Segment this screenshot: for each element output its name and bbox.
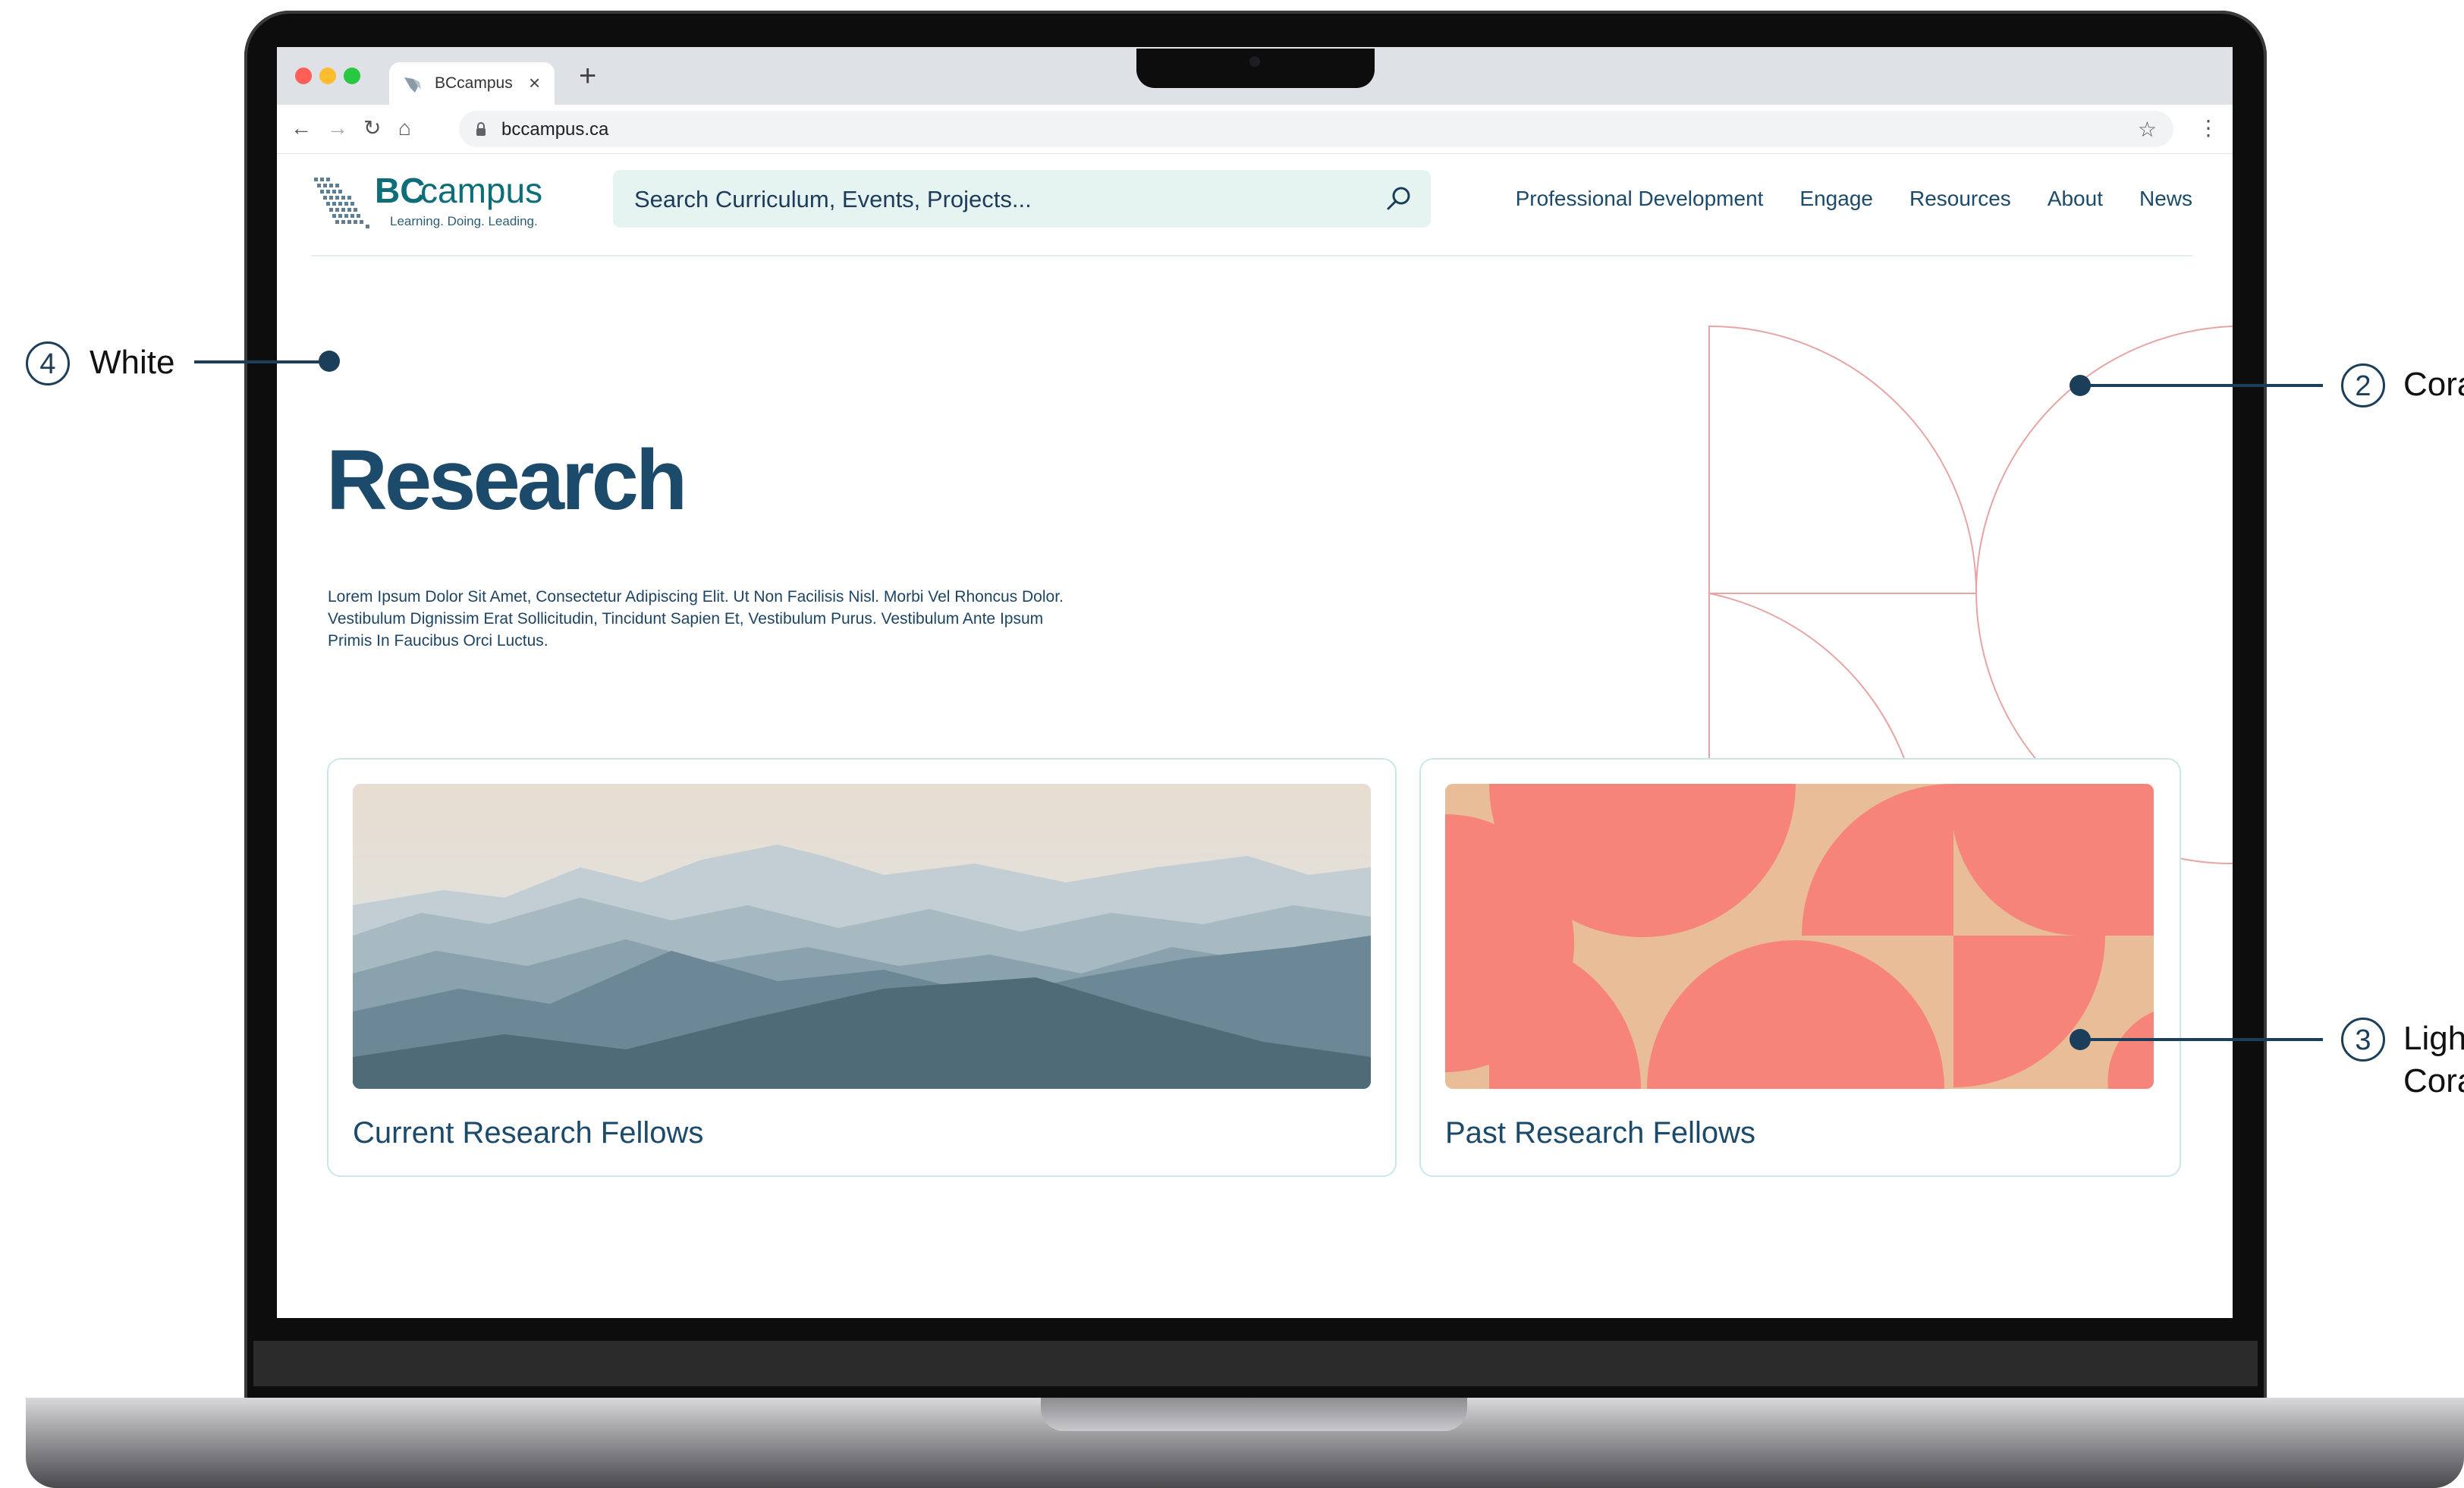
reload-icon[interactable]: ↻ <box>363 117 381 140</box>
tab-close-icon[interactable]: × <box>529 71 540 95</box>
forward-arrow-icon[interactable]: → <box>327 117 348 140</box>
mountain-image <box>353 784 1371 1089</box>
annotation-leader-line <box>2080 1038 2323 1041</box>
minimize-window-button[interactable] <box>319 68 336 84</box>
annotation-label: White <box>90 344 175 381</box>
card-title[interactable]: Current Research Fellows <box>353 1116 703 1150</box>
laptop-bottom-bezel <box>253 1341 2258 1386</box>
bccampus-logo-icon[interactable] <box>311 175 375 231</box>
site-search-box <box>613 170 1431 229</box>
annotation-label: Cora <box>2403 366 2464 403</box>
nav-news[interactable]: News <box>2139 187 2192 211</box>
annotation-label: Ligh <box>2403 1020 2464 1057</box>
nav-engage[interactable]: Engage <box>1799 187 1873 211</box>
maximize-window-button[interactable] <box>344 68 360 84</box>
site-header: BC campus Learning. Doing. Leading. Prof… <box>311 161 2192 256</box>
page-description: Lorem Ipsum Dolor Sit Amet, Consectetur … <box>328 588 1064 650</box>
annotation-leader-line <box>2080 384 2323 387</box>
nav-professional-development[interactable]: Professional Development <box>1516 187 1764 211</box>
nav-about[interactable]: About <box>2048 187 2103 211</box>
laptop-hinge-notch <box>1041 1398 1467 1431</box>
camera-icon <box>1249 56 1260 67</box>
geometric-pattern-image <box>1445 784 2154 1089</box>
page-title: Research <box>326 433 687 527</box>
browser-menu-icon[interactable]: ⋮ <box>2198 115 2219 140</box>
site-search-input[interactable] <box>613 170 1364 229</box>
annotation-number: 4 <box>26 341 70 385</box>
annotation-leader-line <box>194 360 329 363</box>
bookmark-star-icon[interactable]: ☆ <box>2138 117 2157 142</box>
browser-tab[interactable]: BCcampus × <box>389 62 555 105</box>
home-icon[interactable]: ⌂ <box>398 117 411 140</box>
browser-toolbar: ← → ↻ ⌂ bccampus.ca ☆ ⋮ <box>277 105 2233 154</box>
logo-text-bc: BC <box>375 171 426 210</box>
back-arrow-icon[interactable]: ← <box>291 117 312 140</box>
new-tab-button[interactable]: + <box>579 61 596 91</box>
card-past-research-fellows[interactable]: Past Research Fellows <box>1419 758 2181 1177</box>
logo-tagline: Learning. Doing. Leading. <box>390 214 538 228</box>
main-nav: Professional Development Engage Resource… <box>1516 187 2192 211</box>
address-bar[interactable]: bccampus.ca ☆ <box>459 111 2173 147</box>
card-current-research-fellows[interactable]: Current Research Fellows <box>327 758 1397 1177</box>
nav-resources[interactable]: Resources <box>1909 187 2011 211</box>
tab-title: BCcampus <box>435 74 513 92</box>
card-title[interactable]: Past Research Fellows <box>1445 1116 1755 1150</box>
annotation-number: 2 <box>2341 363 2385 407</box>
annotation-dot <box>319 351 340 372</box>
annotation-label: Cora <box>2403 1062 2464 1099</box>
annotation-number: 3 <box>2341 1018 2385 1062</box>
url-text: bccampus.ca <box>501 119 609 140</box>
close-window-button[interactable] <box>295 68 312 84</box>
camera-notch <box>1136 49 1375 88</box>
bccampus-favicon-icon <box>404 77 421 93</box>
logo-text-campus: campus <box>420 171 543 210</box>
browser-window: BCcampus × + ← → ↻ ⌂ bccampus.ca ☆ ⋮ BC … <box>277 47 2233 1318</box>
lock-icon <box>476 122 486 136</box>
search-icon[interactable] <box>1385 185 1413 212</box>
